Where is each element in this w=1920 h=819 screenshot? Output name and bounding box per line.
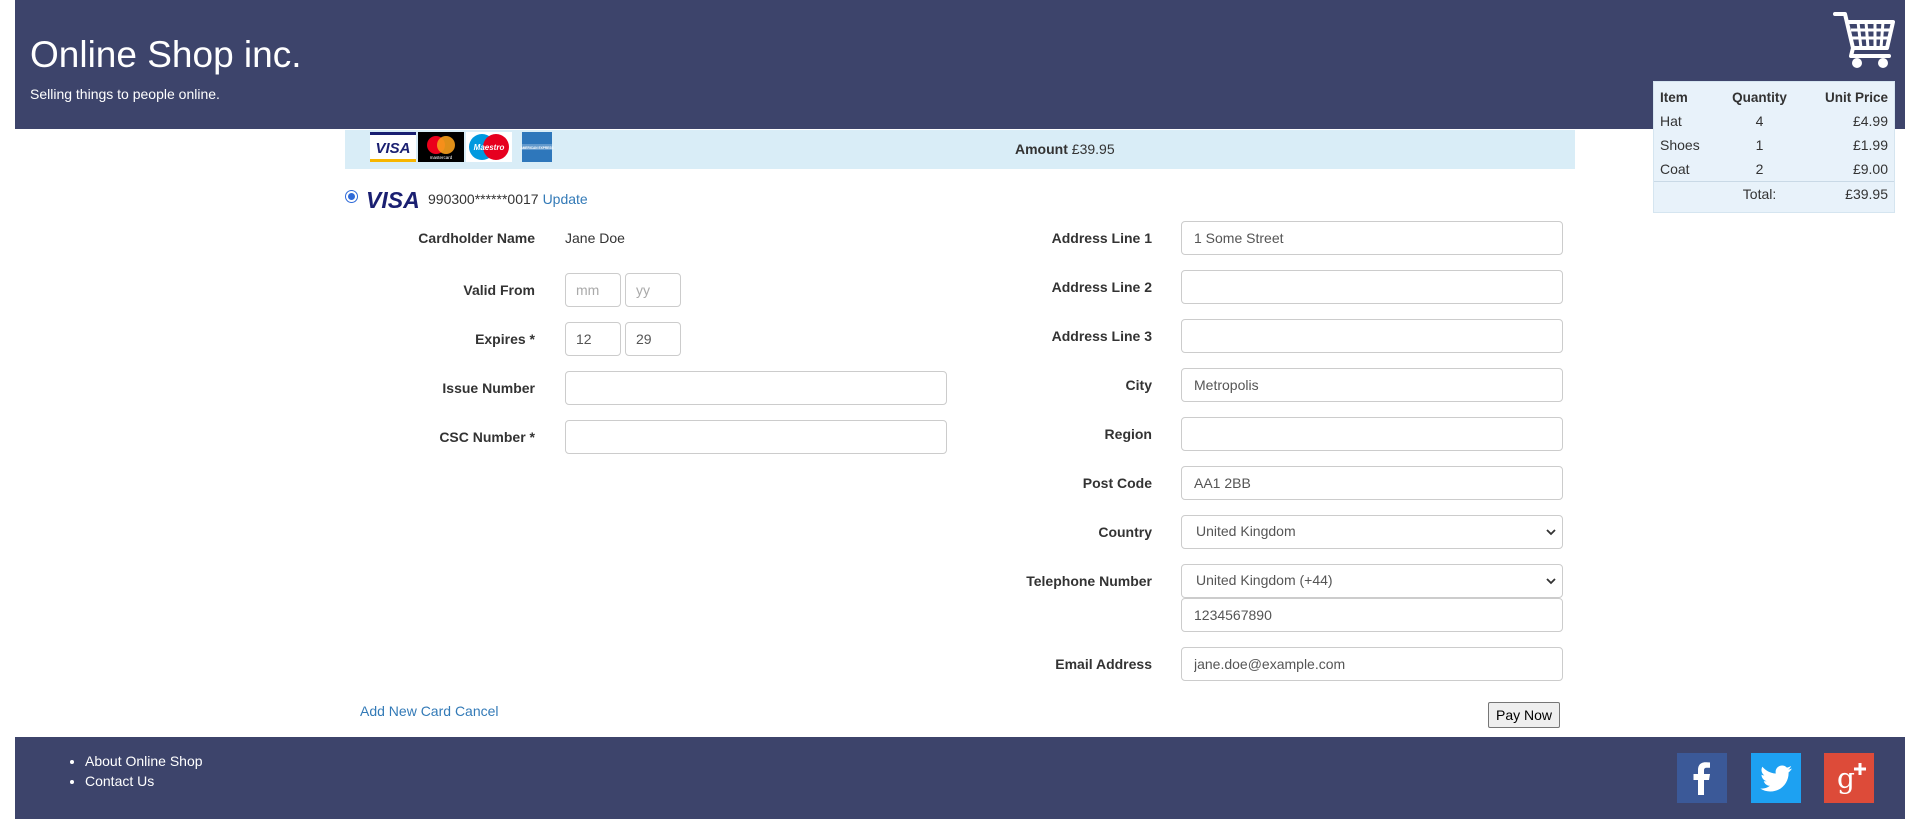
email-address-label: Email Address <box>1055 656 1152 672</box>
visa-logo-icon: VISA <box>370 132 416 162</box>
cart-item-price: £9.00 <box>1852 161 1888 177</box>
cart-table: Item Quantity Unit Price Hat 4 £4.99 Sho… <box>1654 82 1894 206</box>
site-tagline: Selling things to people online. <box>30 86 220 102</box>
valid-from-year-input[interactable] <box>625 273 681 307</box>
list-item: About Online Shop <box>85 751 203 771</box>
saved-card-number: 990300******0017 <box>428 191 539 207</box>
saved-card-row: VISA 990300******0017 Update <box>345 187 588 211</box>
country-select[interactable]: United Kingdom <box>1181 515 1563 549</box>
cart-item-quantity: 2 <box>1755 161 1764 177</box>
shopping-cart-icon[interactable] <box>1833 8 1897 70</box>
city-input[interactable] <box>1181 368 1563 402</box>
chevron-down-icon <box>1546 529 1556 536</box>
accepted-cards: VISA mastercard Maestro AMERICAN EXPRESS <box>370 132 560 162</box>
address-line-3-label: Address Line 3 <box>1051 328 1152 344</box>
cart-total-value: £39.95 <box>1800 181 1894 206</box>
cardholder-name-value: Jane Doe <box>565 230 625 246</box>
post-code-input[interactable] <box>1181 466 1563 500</box>
footer-links: About Online Shop Contact Us <box>71 751 203 791</box>
pay-now-button[interactable]: Pay Now <box>1488 702 1560 728</box>
issue-number-label: Issue Number <box>442 380 535 396</box>
telephone-country-select[interactable]: United Kingdom (+44) <box>1181 564 1563 598</box>
site-header: Online Shop inc. Selling things to peopl… <box>15 0 1905 129</box>
google-plus-glyph: g <box>1837 762 1855 795</box>
cart-total-label: Total: <box>1718 181 1801 206</box>
cart-item-price: £4.99 <box>1852 113 1888 129</box>
cart-summary: Item Quantity Unit Price Hat 4 £4.99 Sho… <box>1653 81 1895 213</box>
cart-total-row: Total: £39.95 <box>1654 181 1894 206</box>
facebook-icon[interactable] <box>1677 753 1727 803</box>
city-label: City <box>1125 377 1152 393</box>
valid-from-month-input[interactable] <box>565 273 621 307</box>
post-code-label: Post Code <box>1082 475 1152 491</box>
address-line-3-input[interactable] <box>1181 319 1563 353</box>
amount-value: £39.95 <box>1071 141 1115 157</box>
google-plus-icon[interactable]: g <box>1824 753 1874 803</box>
country-label: Country <box>1098 524 1152 540</box>
list-item: Contact Us <box>85 771 203 791</box>
expires-label: Expires * <box>475 331 535 347</box>
address-line-1-input[interactable] <box>1181 221 1563 255</box>
saved-card-radio[interactable] <box>345 190 358 203</box>
cart-header-unit-price: Unit Price <box>1824 90 1888 105</box>
email-address-input[interactable] <box>1181 647 1563 681</box>
site-footer: About Online Shop Contact Us g <box>15 737 1905 819</box>
contact-link[interactable]: Contact Us <box>85 773 154 789</box>
region-label: Region <box>1104 426 1152 442</box>
cart-item-name: Hat <box>1660 113 1682 129</box>
csc-number-input[interactable] <box>565 420 947 454</box>
table-row: Shoes 1 £1.99 <box>1654 133 1894 157</box>
cart-header-quantity: Quantity <box>1732 90 1787 105</box>
maestro-logo-text: Maestro <box>474 143 505 152</box>
telephone-number-label: Telephone Number <box>1026 573 1152 589</box>
american-express-logo-icon: AMERICAN EXPRESS <box>520 132 554 162</box>
cart-item-quantity: 4 <box>1755 113 1764 129</box>
address-line-2-input[interactable] <box>1181 270 1563 304</box>
chevron-down-icon <box>1546 578 1556 585</box>
cart-item-name: Coat <box>1660 161 1690 177</box>
maestro-logo-icon: Maestro <box>466 132 512 162</box>
cardholder-name-label: Cardholder Name <box>418 230 535 246</box>
cart-total-spacer <box>1654 181 1719 206</box>
address-line-2-label: Address Line 2 <box>1051 279 1152 295</box>
address-line-1-label: Address Line 1 <box>1051 230 1152 246</box>
cancel-link[interactable]: Cancel <box>455 703 499 719</box>
payment-amount: Amount £39.95 <box>1015 141 1115 157</box>
mastercard-logo-icon: mastercard <box>418 132 464 162</box>
cart-item-quantity: 1 <box>1755 137 1764 153</box>
update-card-link[interactable]: Update <box>543 191 588 207</box>
amex-logo-text: AMERICAN EXPRESS <box>520 146 553 150</box>
country-selected-value: United Kingdom <box>1196 523 1296 539</box>
table-row: Coat 2 £9.00 <box>1654 157 1894 182</box>
add-new-card-link[interactable]: Add New Card <box>360 703 451 719</box>
valid-from-label: Valid From <box>463 282 535 298</box>
cart-item-price: £1.99 <box>1852 137 1888 153</box>
telephone-number-input[interactable] <box>1181 598 1563 632</box>
table-row: Hat 4 £4.99 <box>1654 109 1894 133</box>
twitter-icon[interactable] <box>1751 753 1801 803</box>
mastercard-logo-text: mastercard <box>430 155 453 160</box>
card-actions: Add New Card Cancel <box>360 703 499 719</box>
payment-bar: VISA mastercard Maestro AMERICAN EXPRESS… <box>345 130 1575 169</box>
visa-icon: VISA <box>366 188 420 210</box>
telephone-country-selected-value: United Kingdom (+44) <box>1196 572 1333 588</box>
region-input[interactable] <box>1181 417 1563 451</box>
visa-logo-text: VISA <box>375 140 410 157</box>
site-title: Online Shop inc. <box>30 34 302 75</box>
about-link[interactable]: About Online Shop <box>85 753 203 769</box>
saved-card-brand: VISA <box>366 188 420 210</box>
csc-number-label: CSC Number * <box>439 429 535 445</box>
expires-year-input[interactable] <box>625 322 681 356</box>
cart-header-item: Item <box>1660 90 1688 105</box>
radio-selected-dot <box>348 193 355 200</box>
issue-number-input[interactable] <box>565 371 947 405</box>
expires-month-input[interactable] <box>565 322 621 356</box>
cart-item-name: Shoes <box>1660 137 1700 153</box>
amount-label: Amount <box>1015 141 1068 157</box>
